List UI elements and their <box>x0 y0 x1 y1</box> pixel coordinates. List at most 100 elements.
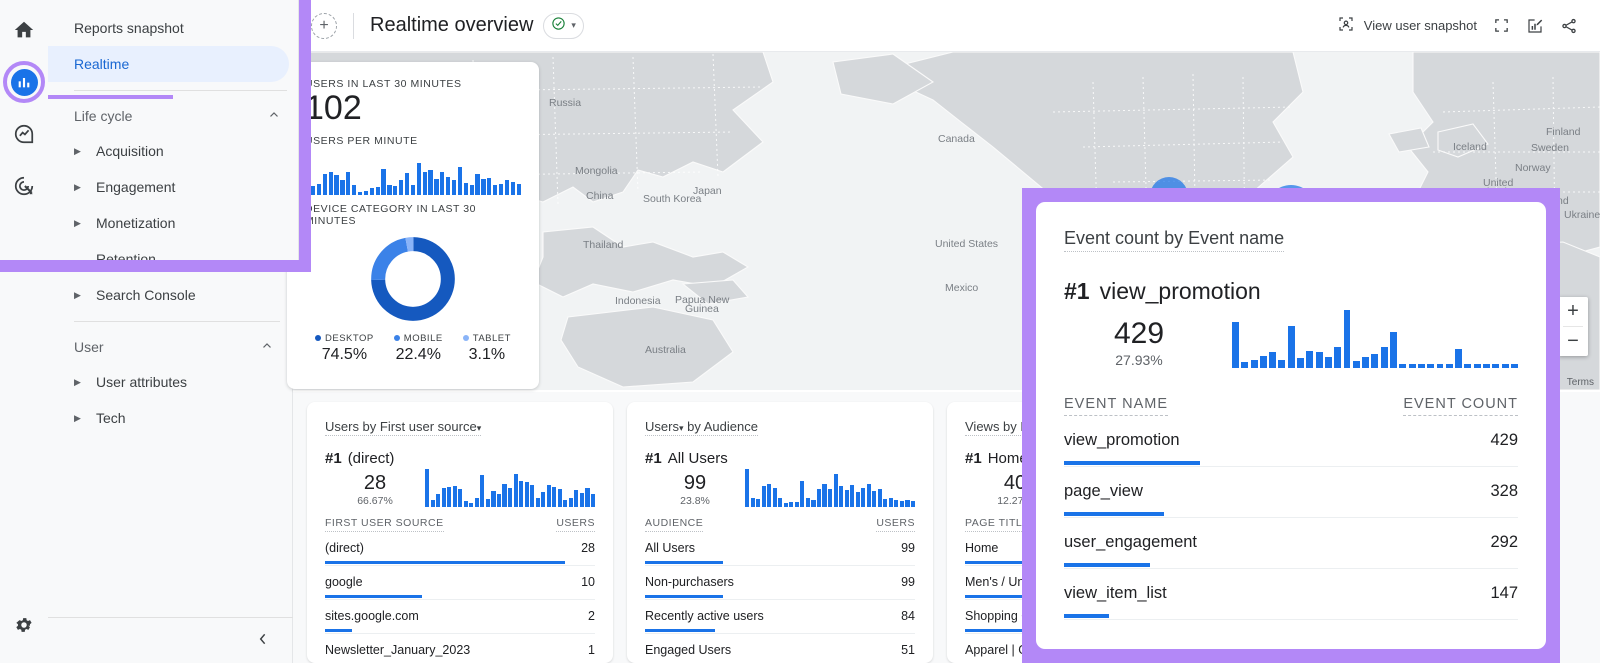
gear-icon[interactable] <box>2 603 46 647</box>
chevron-down-icon[interactable]: ▾ <box>477 423 482 433</box>
header-divider <box>353 13 354 39</box>
sidebar-item-label: Tech <box>96 410 126 426</box>
sparkline-bar <box>329 172 333 195</box>
sidebar-item-user-attributes[interactable]: ▶ User attributes <box>48 364 292 400</box>
sparkline-bar <box>580 493 584 507</box>
nav-divider-2 <box>74 321 280 322</box>
table-row[interactable]: All Users99 <box>645 532 915 566</box>
card-users-by-audience: Users▾ by Audience #1All Users 99 23.8% … <box>627 402 933 663</box>
sparkline-bar <box>850 485 854 507</box>
user-snapshot-icon <box>1337 15 1355 36</box>
sparkline-bar <box>530 485 534 507</box>
explore-icon[interactable] <box>2 112 46 156</box>
sparkline-bar <box>883 499 887 507</box>
row-progress-bar <box>645 629 715 632</box>
sparkline-bar <box>1269 352 1276 368</box>
data-quality-chip[interactable]: ▾ <box>543 13 584 39</box>
sparkline-bar <box>469 503 473 507</box>
map-zoom-in-button[interactable]: + <box>1558 297 1588 326</box>
sidebar-item-acquisition-hl[interactable]: ▶ Acquisition <box>48 133 299 169</box>
home-icon[interactable] <box>2 8 46 52</box>
legend-label-mobile: MOBILE <box>404 333 443 344</box>
row-progress-bar <box>1064 614 1109 618</box>
card-title-label: Users by First user source <box>325 419 477 434</box>
table-row[interactable]: Non-purchasers99 <box>645 566 915 600</box>
reports-bar-chart-icon[interactable] <box>2 60 46 104</box>
map-country-label: Sweden <box>1531 142 1569 154</box>
table-row[interactable]: page_view328 <box>1064 467 1518 518</box>
map-zoom-controls: + − <box>1558 297 1588 356</box>
table-row[interactable]: view_promotion429 <box>1064 416 1518 467</box>
sidebar-item-label: Reports snapshot <box>74 20 184 36</box>
sparkline-bar <box>795 502 799 507</box>
donut-graphic <box>367 233 459 325</box>
chevron-right-icon: ▶ <box>74 290 88 301</box>
table-row[interactable]: google10 <box>325 566 595 600</box>
map-terms-link[interactable]: Terms <box>1567 377 1594 388</box>
nav-highlight-content: Reports snapshot Realtime Life cycle ▶ A… <box>0 0 299 260</box>
chevron-up-icon <box>260 339 274 356</box>
legend-dot-mobile <box>394 335 400 341</box>
share-icon[interactable] <box>1560 17 1578 35</box>
collapse-menu-button[interactable] <box>48 617 293 663</box>
fullscreen-icon[interactable] <box>1493 17 1510 34</box>
chevron-right-icon: ▶ <box>74 146 88 157</box>
sparkline-bar <box>1334 347 1341 368</box>
sidebar-item-label: Acquisition <box>96 143 164 159</box>
row-progress-bar <box>1064 563 1150 567</box>
map-zoom-out-button[interactable]: − <box>1558 327 1588 356</box>
sparkline-bar <box>1251 360 1258 368</box>
sparkline-bar <box>1232 322 1239 368</box>
sparkline-bar <box>574 490 578 507</box>
table-row[interactable]: Newsletter_January_20231 <box>325 634 595 663</box>
sidebar-item-realtime-hl[interactable]: Realtime <box>48 46 289 82</box>
legend-item-mobile: MOBILE 22.4% <box>394 333 443 364</box>
card-title[interactable]: Event count by Event name <box>1064 228 1284 252</box>
users-per-minute-sparkline <box>305 151 521 195</box>
table-row[interactable]: (direct)28 <box>325 532 595 566</box>
sparkline-bar <box>323 174 327 195</box>
edit-comparison-icon[interactable] <box>1526 17 1544 35</box>
advertising-icon[interactable] <box>2 164 46 208</box>
sparkline-bar <box>376 187 380 194</box>
table-row[interactable]: Recently active users84 <box>645 600 915 634</box>
sparkline-bar <box>811 500 815 507</box>
nav-group-life-cycle-hl[interactable]: Life cycle <box>48 99 299 133</box>
sidebar-item-search-console[interactable]: ▶ Search Console <box>48 277 292 313</box>
table-row[interactable]: view_item_list147 <box>1064 569 1518 620</box>
row-label: Home <box>965 541 998 555</box>
row-value: 99 <box>901 575 915 589</box>
sidebar-item-monetization-hl[interactable]: ▶ Monetization <box>48 205 299 241</box>
rank-label: (direct) <box>348 450 395 467</box>
sparkline-bar <box>872 491 876 507</box>
card-title[interactable]: Users▾ by Audience <box>645 419 758 436</box>
col-header-left: AUDIENCE <box>645 517 703 532</box>
sidebar-item-engagement-hl[interactable]: ▶ Engagement <box>48 169 299 205</box>
sidebar-item-label: Search Console <box>96 287 196 303</box>
sparkline-bar <box>481 179 485 195</box>
analytics-realtime-page: Reports snapshot Realtime Life cycle ▶ A… <box>0 0 1600 663</box>
chevron-right-icon: ▶ <box>74 182 88 193</box>
sparkline-bar <box>334 175 338 195</box>
metric-percent: 23.8% <box>645 495 745 507</box>
view-user-snapshot-button[interactable]: View user snapshot <box>1337 15 1477 36</box>
row-value: 51 <box>901 643 915 657</box>
sparkline-bar <box>1344 310 1351 368</box>
table-row[interactable]: Engaged Users51 <box>645 634 915 663</box>
sidebar-item-tech[interactable]: ▶ Tech <box>48 400 292 436</box>
page-title: Realtime overview <box>370 14 533 37</box>
nav-group-user[interactable]: User <box>48 330 292 364</box>
sparkline-bar <box>1511 364 1518 368</box>
sparkline-bar <box>839 486 843 507</box>
card-title[interactable]: Users by First user source▾ <box>325 419 481 436</box>
table-row[interactable]: user_engagement292 <box>1064 518 1518 569</box>
sparkline-bar <box>1371 354 1378 369</box>
sidebar-item-retention-hl[interactable]: Retention <box>48 241 299 260</box>
add-comparison-button[interactable]: + <box>311 13 337 39</box>
sparkline-bar <box>453 486 457 507</box>
sparkline-bar <box>493 185 497 194</box>
sidebar-item-reports-snapshot-hl[interactable]: Reports snapshot <box>48 10 289 46</box>
table-row[interactable]: sites.google.com2 <box>325 600 595 634</box>
rank-number: #1 <box>1064 278 1090 304</box>
sidebar-item-label: Realtime <box>74 56 129 72</box>
